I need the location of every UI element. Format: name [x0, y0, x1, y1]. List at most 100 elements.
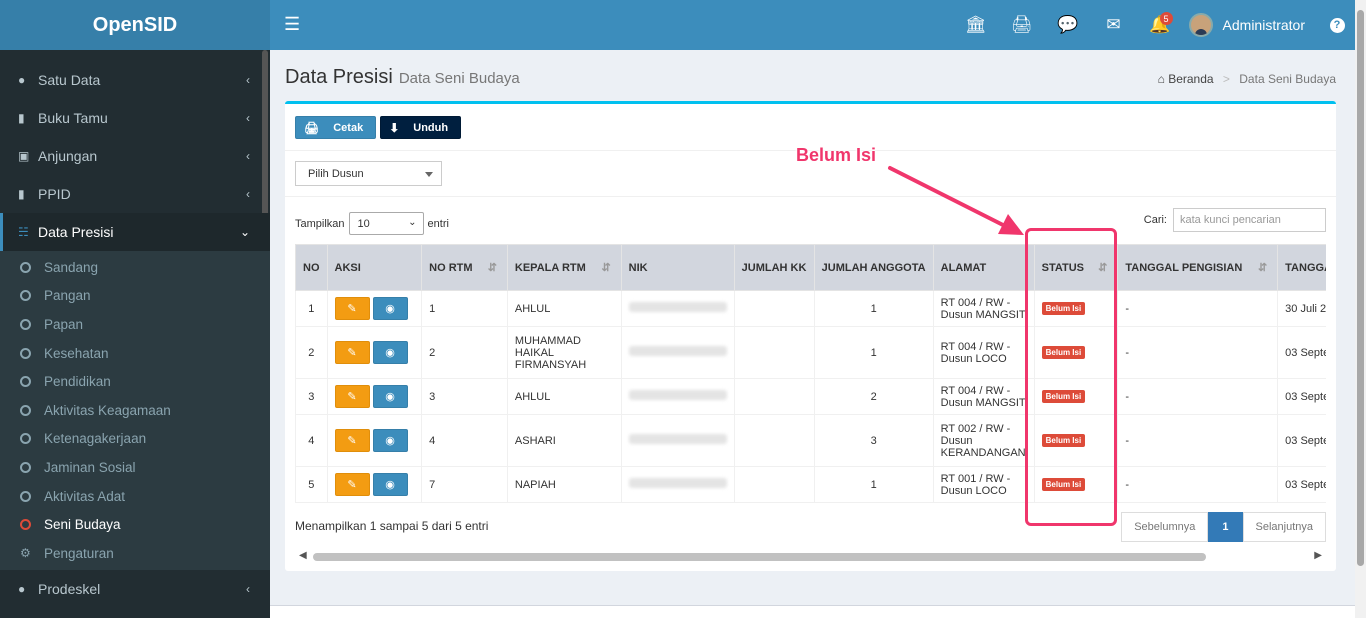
user-menu[interactable]: Administrator	[1183, 0, 1319, 50]
cell-alamat: RT 004 / RW - Dusun MANGSIT	[932, 378, 1035, 415]
edit-button[interactable]: ✎	[334, 341, 370, 364]
submenu-item-label: Aktivitas Keagamaan	[44, 402, 171, 418]
sidebar-item-prodeskel[interactable]: ● Prodeskel ‹	[0, 570, 270, 608]
submenu-item-jaminan-sosial[interactable]: Jaminan Sosial	[0, 453, 270, 482]
hamburger-icon[interactable]: ☰	[284, 14, 300, 35]
cell-jumlah-kk	[733, 466, 815, 503]
sidebar-item-buku-tamu[interactable]: ▮ Buku Tamu ‹	[0, 99, 270, 137]
view-button[interactable]: ◉	[372, 429, 408, 452]
cell-jumlah-anggota: 1	[813, 290, 934, 327]
submenu-item-aktivitas-adat[interactable]: Aktivitas Adat	[0, 482, 270, 511]
chevron-left-icon: ‹	[246, 73, 250, 87]
redacted-nik	[628, 434, 727, 444]
cell-tanggal: 30 Juli 2	[1277, 290, 1326, 327]
page-scrollbar[interactable]	[1355, 0, 1366, 618]
submenu-item-seni-budaya[interactable]: Seni Budaya	[0, 510, 270, 539]
mail-icon[interactable]: ✉	[1091, 0, 1137, 50]
sidebar-item-label: Buku Tamu	[38, 110, 108, 126]
th-jumlah-kk[interactable]: JUMLAH KK	[733, 244, 815, 291]
sidebar-item-satu-data[interactable]: ● Satu Data ‹	[0, 61, 270, 99]
app-logo[interactable]: OpenSID	[0, 0, 270, 50]
sidebar-item-label: Data Presisi	[38, 224, 114, 240]
scroll-thumb[interactable]	[313, 553, 1206, 561]
view-button[interactable]: ◉	[372, 385, 408, 408]
circle-icon	[20, 404, 31, 416]
download-icon: ⬇	[389, 120, 400, 135]
scroll-right-icon[interactable]: ▶	[1314, 550, 1322, 561]
entries-label: entri	[427, 217, 449, 230]
gear-icon: ⚙	[20, 546, 31, 561]
submenu-item-sandang[interactable]: Sandang	[0, 253, 270, 282]
cell-tanggal: 03 Septe	[1277, 466, 1326, 503]
next-page-button[interactable]: Selanjutnya	[1242, 512, 1326, 542]
download-button[interactable]: ⬇ Unduh	[380, 116, 462, 139]
dusun-select[interactable]: Pilih Dusun	[295, 161, 442, 186]
table-row: 4 ✎ ◉ 4 ASHARI 3 RT 002 / RW - Dusun KERA…	[295, 414, 1326, 467]
circle-icon	[20, 376, 31, 388]
page-title: Data Presisi Data Seni Budaya	[285, 66, 520, 89]
submenu-item-ketenagakerjaan[interactable]: Ketenagakerjaan	[0, 425, 270, 454]
edit-button[interactable]: ✎	[334, 385, 370, 408]
search-input[interactable]: kata kunci pencarian	[1173, 208, 1326, 232]
sidebar-item-ppid[interactable]: ▮ PPID ‹	[0, 175, 270, 213]
submenu-item-pangan[interactable]: Pangan	[0, 282, 270, 311]
print-icon[interactable]: 🖨	[999, 0, 1045, 50]
redacted-nik	[628, 346, 727, 356]
submenu-item-papan[interactable]: Papan	[0, 310, 270, 339]
scroll-left-icon[interactable]: ◀	[299, 550, 307, 561]
table-info: Menampilkan 1 sampai 5 dari 5 entri	[295, 519, 489, 533]
page-1-button[interactable]: 1	[1208, 512, 1243, 542]
cell-jumlah-anggota: 2	[813, 378, 934, 415]
bell-icon[interactable]: 🔔 5	[1137, 0, 1183, 50]
search-placeholder: kata kunci pencarian	[1180, 214, 1281, 226]
cell-jumlah-kk	[733, 414, 815, 467]
breadcrumb-home[interactable]: Beranda	[1168, 72, 1213, 86]
chat-icon[interactable]: 💬	[1045, 0, 1091, 50]
th-jumlah-anggota[interactable]: JUMLAH ANGGOTA	[813, 244, 934, 291]
cell-no: 3	[295, 378, 328, 415]
prev-page-button[interactable]: Sebelumnya	[1121, 512, 1209, 542]
th-tanggal[interactable]: TANGGA	[1277, 244, 1326, 291]
page-scroll-thumb[interactable]	[1357, 10, 1364, 566]
submenu-item-label: Pengaturan	[44, 545, 114, 561]
th-no-rtm[interactable]: NO RTM ⇵	[421, 244, 508, 291]
view-button[interactable]: ◉	[372, 341, 408, 364]
th-no[interactable]: NO	[295, 244, 328, 291]
circle-icon	[20, 461, 31, 473]
chevron-left-icon: ‹	[246, 111, 250, 125]
breadcrumb-current: Data Seni Budaya	[1239, 72, 1336, 86]
th-alamat[interactable]: ALAMAT	[932, 244, 1035, 291]
pagination: Sebelumnya 1 Selanjutnya	[1121, 512, 1326, 542]
submenu-item-pendidikan[interactable]: Pendidikan	[0, 367, 270, 396]
help-icon[interactable]: ?	[1319, 17, 1355, 33]
table-horizontal-scrollbar[interactable]: ◀ ▶	[295, 550, 1326, 562]
table-row: 1 ✎ ◉ 1 AHLUL 1 RT 004 / RW - Dusun MANGS…	[295, 290, 1326, 327]
cell-tanggal-pengisian: -	[1117, 466, 1279, 503]
edit-button[interactable]: ✎	[334, 297, 370, 320]
bank-icon[interactable]: 🏛	[953, 0, 999, 50]
home-icon[interactable]: ⌂	[1158, 72, 1165, 86]
sidebar-item-label: Satu Data	[38, 72, 101, 88]
cell-nik	[620, 414, 735, 467]
book-icon: ▮	[18, 187, 25, 201]
cell-jumlah-anggota: 3	[813, 414, 934, 467]
cell-aksi: ✎ ◉	[326, 466, 423, 503]
page-subtitle: Data Seni Budaya	[398, 70, 520, 87]
sidebar-item-data-presisi[interactable]: ☵ Data Presisi ⌄	[0, 213, 270, 251]
view-button[interactable]: ◉	[372, 473, 408, 496]
submenu-item-pengaturan[interactable]: ⚙ Pengaturan	[0, 539, 270, 568]
th-tanggal-pengisian[interactable]: TANGGAL PENGISIAN ⇵	[1117, 244, 1279, 291]
cell-nik	[620, 378, 735, 415]
length-select[interactable]: 10 ⌄	[348, 212, 424, 235]
th-kepala-rtm[interactable]: KEPALA RTM ⇵	[506, 244, 622, 291]
edit-button[interactable]: ✎	[334, 473, 370, 496]
database-icon: ☵	[18, 225, 29, 239]
edit-button[interactable]: ✎	[334, 429, 370, 452]
view-button[interactable]: ◉	[372, 297, 408, 320]
th-nik[interactable]: NIK	[620, 244, 735, 291]
data-table-wrapper[interactable]: NO AKSI NO RTM ⇵ KEPALA RTM ⇵ NIK JUMLAH K…	[295, 244, 1326, 504]
sidebar-item-anjungan[interactable]: ▣ Anjungan ‹	[0, 137, 270, 175]
print-button[interactable]: 🖨 Cetak	[295, 116, 377, 139]
submenu-item-kesehatan[interactable]: Kesehatan	[0, 339, 270, 368]
submenu-item-aktivitas-keagamaan[interactable]: Aktivitas Keagamaan	[0, 396, 270, 425]
